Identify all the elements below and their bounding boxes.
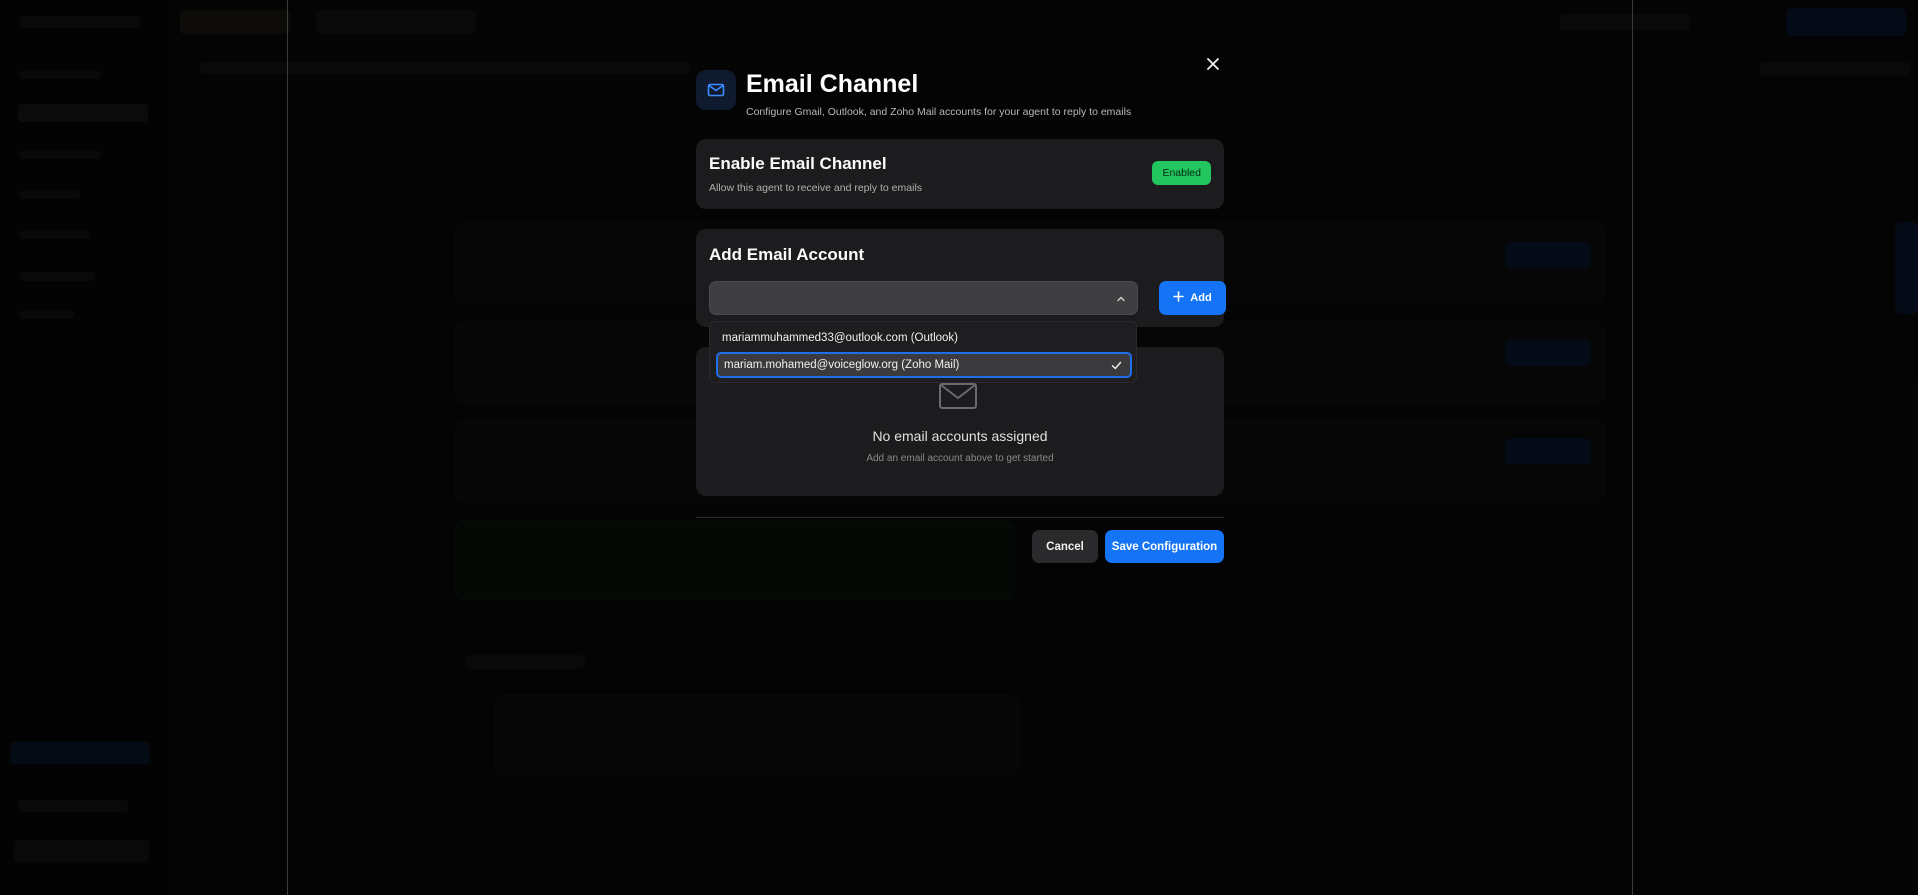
envelope-icon <box>938 381 978 416</box>
add-email-account-panel: Add Email Account Add <box>696 229 1226 327</box>
empty-state-title: No email accounts assigned <box>872 428 1048 444</box>
close-icon[interactable] <box>1206 54 1220 77</box>
modal-title: Email Channel <box>746 70 919 98</box>
option-label: mariammuhammed33@outlook.com (Outlook) <box>722 332 959 344</box>
enable-email-panel: Enable Email Channel Allow this agent to… <box>696 139 1224 209</box>
dropdown-option-outlook[interactable]: mariammuhammed33@outlook.com (Outlook) <box>716 325 1132 351</box>
empty-state-description: Add an email account above to get starte… <box>866 453 1054 464</box>
option-label: mariam.mohamed@voiceglow.org (Zoho Mail) <box>724 359 960 371</box>
email-account-select[interactable] <box>709 281 1138 315</box>
enable-panel-title: Enable Email Channel <box>709 154 887 173</box>
close-button[interactable] <box>1200 52 1226 78</box>
add-account-button[interactable]: Add <box>1159 281 1226 315</box>
plus-icon <box>1173 291 1185 305</box>
dropdown-option-zoho[interactable]: mariam.mohamed@voiceglow.org (Zoho Mail) <box>716 352 1132 378</box>
add-panel-title: Add Email Account <box>709 245 865 264</box>
enabled-toggle-badge[interactable]: Enabled <box>1152 161 1211 185</box>
email-channel-modal: Email Channel Configure Gmail, Outlook, … <box>680 40 1238 580</box>
cancel-button[interactable]: Cancel <box>1032 530 1098 563</box>
modal-subtitle: Configure Gmail, Outlook, and Zoho Mail … <box>746 106 1132 118</box>
add-button-label: Add <box>1190 292 1212 304</box>
mail-icon <box>696 70 736 110</box>
chevron-up-icon <box>1115 292 1127 304</box>
enable-panel-description: Allow this agent to receive and reply to… <box>709 182 923 194</box>
divider-line-right <box>1632 0 1633 895</box>
footer-divider <box>696 517 1224 518</box>
save-configuration-button[interactable]: Save Configuration <box>1105 530 1224 563</box>
check-icon <box>1111 360 1122 374</box>
divider-line-left <box>287 0 288 895</box>
email-account-dropdown: mariammuhammed33@outlook.com (Outlook) m… <box>709 321 1137 383</box>
